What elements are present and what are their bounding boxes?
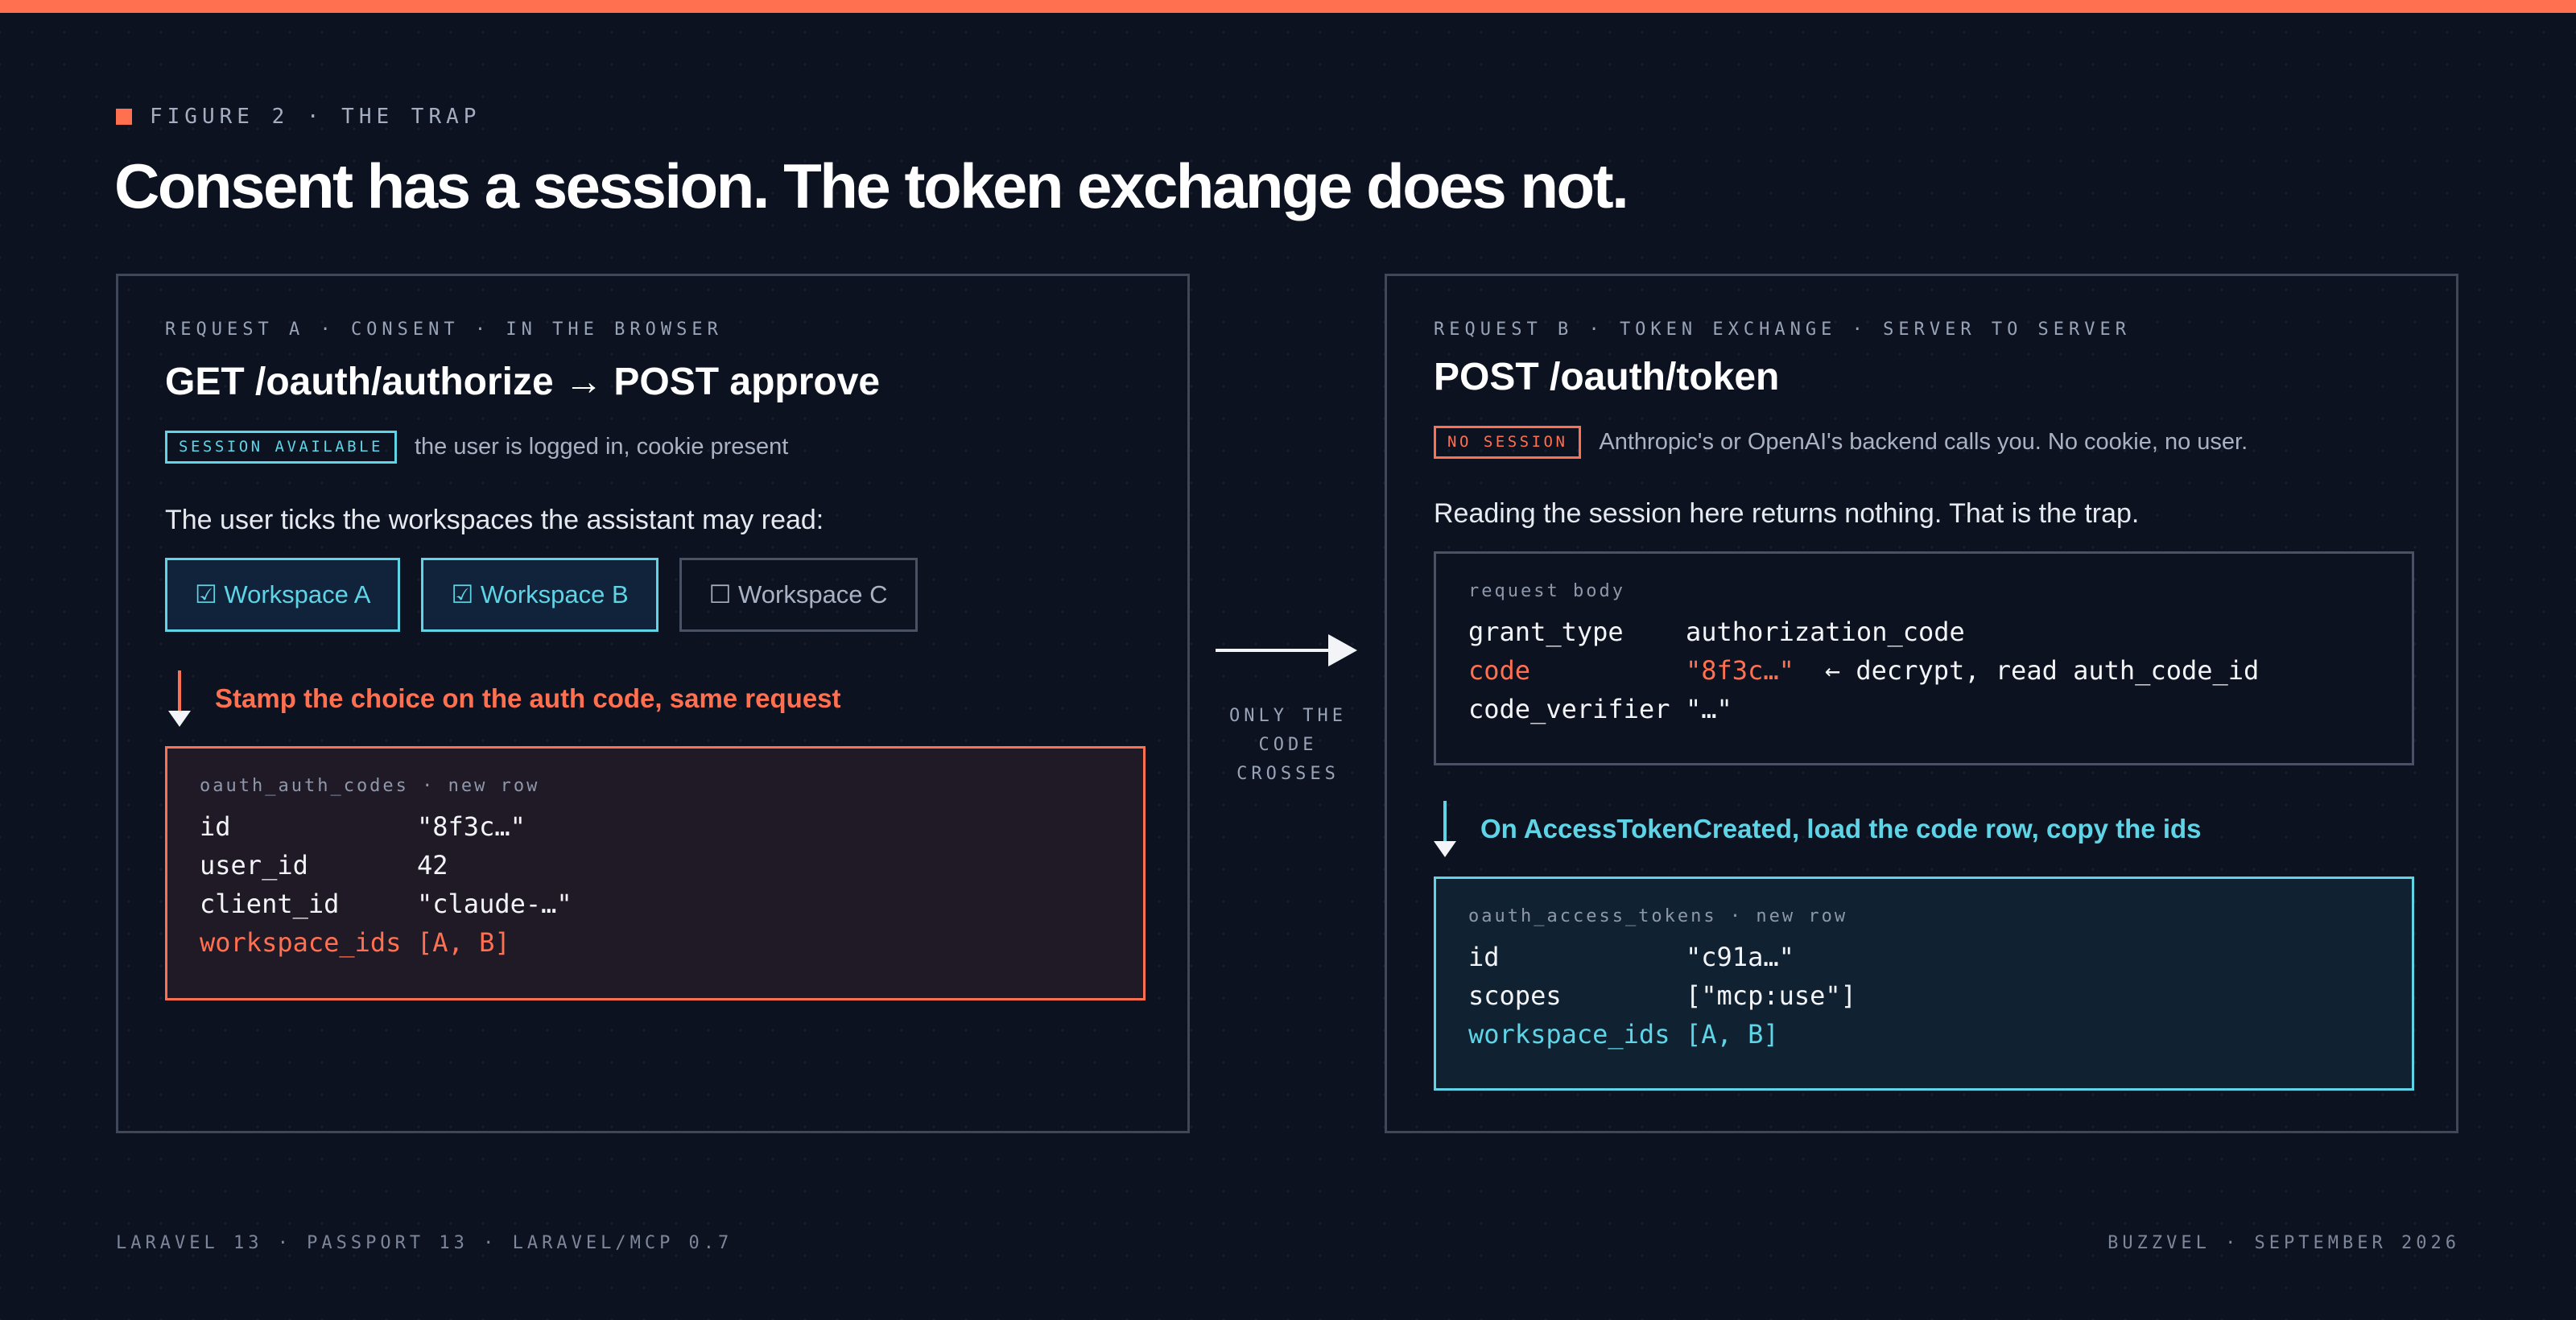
eyebrow-text: FIGURE 2 · THE TRAP — [150, 105, 481, 129]
field-key: id — [200, 811, 231, 842]
workspace-a-checkbox[interactable]: ☑ Workspace A — [165, 558, 401, 632]
workspace-options: ☑ Workspace A ☑ Workspace B ☐ Workspace … — [165, 558, 918, 632]
request-b-label: REQUEST B · TOKEN EXCHANGE · SERVER TO S… — [1434, 320, 2132, 340]
no-session-badge: NO SESSION — [1434, 426, 1582, 459]
request-a-lead: The user ticks the workspaces the assist… — [165, 505, 824, 535]
workspace-c-checkbox[interactable]: ☐ Workspace C — [679, 558, 918, 632]
field-value: [A, B] — [417, 927, 510, 958]
field-value: "c91a…" — [1686, 942, 1794, 972]
request-a-title: GET /oauth/authorize → POST approve — [165, 361, 881, 403]
arrow-down-icon — [168, 670, 191, 727]
footer-stack: LARAVEL 13 · PASSPORT 13 · LARAVEL/MCP 0… — [116, 1233, 733, 1253]
footer-credit: BUZZVEL · SEPTEMBER 2026 — [2107, 1233, 2460, 1253]
request-a-panel: REQUEST A · CONSENT · IN THE BROWSER GET… — [116, 274, 1190, 1133]
top-accent-bar — [0, 0, 2576, 13]
request-b-status-row: NO SESSION Anthropic's or OpenAI's backe… — [1434, 426, 2248, 459]
session-available-badge: SESSION AVAILABLE — [165, 431, 397, 464]
square-bullet-icon — [116, 109, 132, 125]
request-b-panel: REQUEST B · TOKEN EXCHANGE · SERVER TO S… — [1385, 274, 2458, 1133]
field-value: authorization_code — [1686, 617, 1965, 647]
arrow-right-icon — [1216, 634, 1360, 666]
crossing-label-line: CROSSES — [1236, 764, 1340, 784]
code-row: client_id "claude-…" — [200, 885, 1111, 923]
figure-eyebrow: FIGURE 2 · THE TRAP — [116, 105, 481, 129]
code-row: code_verifier "…" — [1468, 690, 2380, 728]
code-row: scopes ["mcp:use"] — [1468, 976, 2380, 1015]
field-value: "…" — [1686, 694, 1732, 724]
code-row-highlight: workspace_ids [A, B] — [200, 923, 1111, 962]
code-row: code "8f3c…" ← decrypt, read auth_code_i… — [1468, 651, 2380, 690]
code-row-highlight: workspace_ids [A, B] — [1468, 1015, 2380, 1054]
request-body-box: request body grant_type authorization_co… — [1434, 551, 2414, 765]
request-b-status-text: Anthropic's or OpenAI's backend calls yo… — [1599, 429, 2248, 455]
field-key: workspace_ids — [200, 927, 402, 958]
field-key: code_verifier — [1468, 694, 1670, 724]
field-value: ["mcp:use"] — [1686, 980, 1856, 1011]
access-tokens-caption: oauth_access_tokens · new row — [1468, 906, 1848, 926]
field-value: 42 — [417, 850, 448, 881]
crossing-label: ONLY THE CODE CROSSES — [1216, 702, 1360, 789]
field-key: client_id — [200, 889, 340, 919]
code-row: grant_type authorization_code — [1468, 613, 2380, 651]
copy-ids-step: On AccessTokenCreated, load the code row… — [1434, 801, 2202, 857]
copy-ids-step-text: On AccessTokenCreated, load the code row… — [1480, 814, 2202, 844]
auth-codes-caption: oauth_auth_codes · new row — [200, 776, 540, 796]
field-key: grant_type — [1468, 617, 1624, 647]
request-b-lead: Reading the session here returns nothing… — [1434, 498, 2140, 529]
code-row: user_id 42 — [200, 846, 1111, 885]
field-value: "8f3c…" — [417, 811, 526, 842]
request-b-title: POST /oauth/token — [1434, 356, 1780, 398]
request-a-status-row: SESSION AVAILABLE the user is logged in,… — [165, 431, 788, 464]
page-title: Consent has a session. The token exchang… — [114, 151, 1629, 221]
field-value: [A, B] — [1686, 1019, 1779, 1050]
field-key: id — [1468, 942, 1500, 972]
field-key: user_id — [200, 850, 308, 881]
field-key: workspace_ids — [1468, 1019, 1670, 1050]
code-row: id "c91a…" — [1468, 938, 2380, 976]
workspace-b-checkbox[interactable]: ☑ Workspace B — [421, 558, 658, 632]
field-key: scopes — [1468, 980, 1562, 1011]
code-row: id "8f3c…" — [200, 807, 1111, 846]
field-key: code — [1468, 655, 1531, 686]
stamp-step: Stamp the choice on the auth code, same … — [168, 670, 841, 727]
crossing-label-line: CODE — [1258, 735, 1318, 755]
request-a-status-text: the user is logged in, cookie present — [414, 434, 789, 460]
access-tokens-row-box: oauth_access_tokens · new row id "c91a…"… — [1434, 877, 2414, 1091]
request-a-label: REQUEST A · CONSENT · IN THE BROWSER — [165, 320, 723, 340]
arrow-down-icon — [1434, 801, 1456, 857]
stamp-step-text: Stamp the choice on the auth code, same … — [215, 683, 841, 713]
field-value: "claude-…" — [417, 889, 572, 919]
request-body-caption: request body — [1468, 581, 1625, 601]
crossing-label-line: ONLY THE — [1229, 706, 1347, 726]
field-note: ← decrypt, read auth_code_id — [1824, 655, 2260, 686]
field-value: "8f3c…" — [1686, 655, 1794, 686]
auth-codes-row-box: oauth_auth_codes · new row id "8f3c…" us… — [165, 746, 1146, 1000]
